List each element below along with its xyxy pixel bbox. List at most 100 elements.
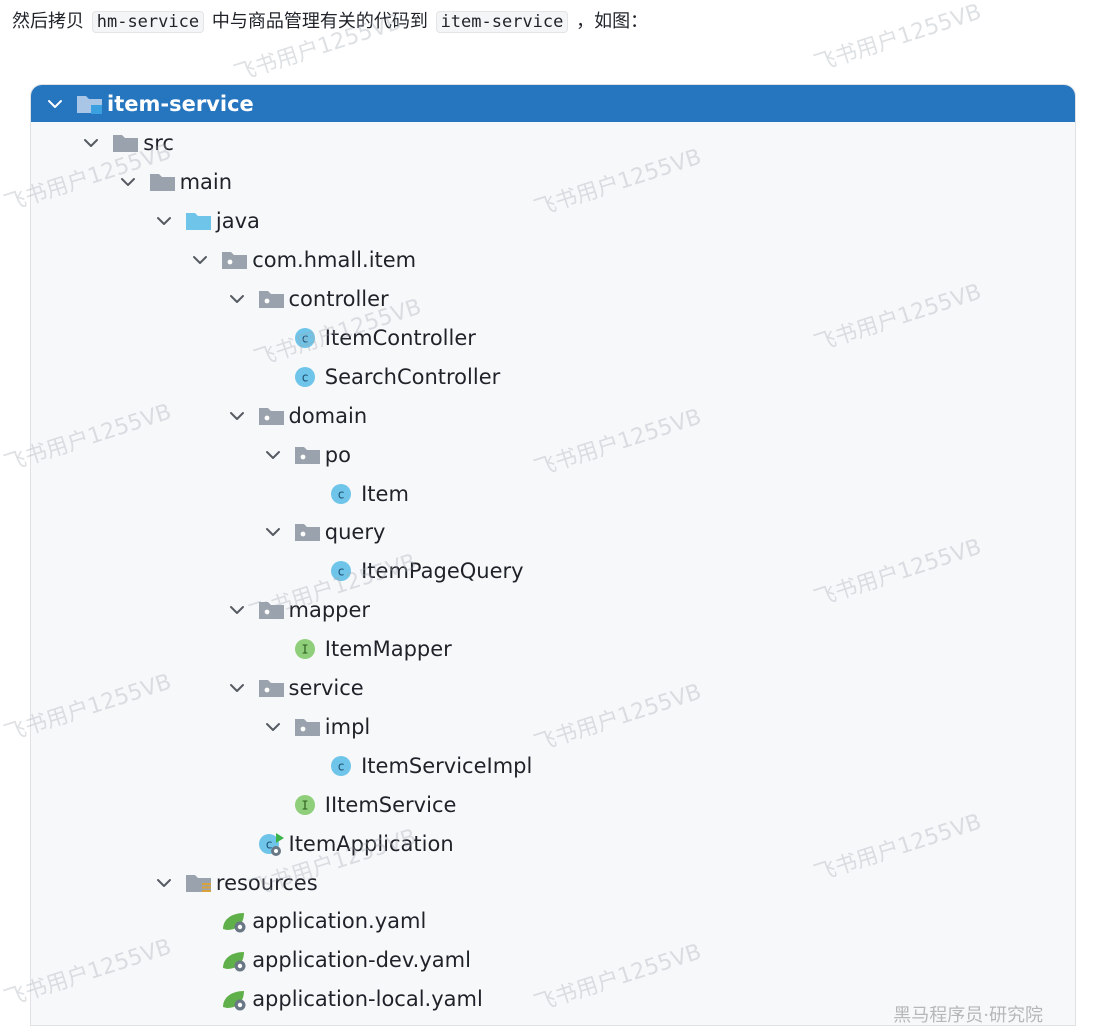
spring-yaml-icon	[220, 948, 250, 972]
interface-icon: I	[293, 637, 323, 661]
class-icon: c	[293, 326, 323, 350]
tree-node-label: ItemMapper	[324, 637, 452, 662]
chevron-down-icon[interactable]	[79, 131, 103, 155]
tree-node-resources[interactable]: resources	[31, 863, 1075, 902]
package-icon	[293, 443, 323, 467]
intro-before: 然后拷贝	[12, 11, 84, 32]
tree-node-label: ItemController	[324, 325, 476, 350]
tree-node-impl[interactable]: impl	[31, 707, 1075, 746]
tree-node-mapper[interactable]: mapper	[31, 591, 1075, 630]
tree-node-main[interactable]: main	[31, 163, 1075, 202]
tree-node-query[interactable]: query	[31, 513, 1075, 552]
tree-node-item[interactable]: c Item	[31, 474, 1075, 513]
package-icon	[257, 404, 287, 428]
tree-node-label: ItemApplication	[288, 831, 454, 856]
chevron-down-icon[interactable]	[225, 676, 249, 700]
tree-node-label: item-service	[107, 91, 254, 116]
tree-node-po[interactable]: po	[31, 435, 1075, 474]
interface-icon: I	[293, 793, 323, 817]
tree-node-com-hmall-item[interactable]: com.hmall.item	[31, 241, 1075, 280]
chevron-down-icon[interactable]	[225, 287, 249, 311]
chevron-down-icon[interactable]	[152, 209, 176, 233]
spring-yaml-icon	[220, 909, 250, 933]
chevron-down-icon[interactable]	[43, 92, 67, 116]
tree-node-label: com.hmall.item	[252, 248, 417, 273]
tree-node-label: IItemService	[324, 792, 457, 817]
tree-node-searchcontroller[interactable]: c SearchController	[31, 357, 1075, 396]
package-icon	[257, 287, 287, 311]
intro-text: 然后拷贝 hm-service 中与商品管理有关的代码到 item-servic…	[12, 7, 648, 37]
class-icon: c	[329, 754, 359, 778]
tree-node-label: controller	[288, 287, 389, 311]
tree-node-controller[interactable]: controller	[31, 280, 1075, 319]
tree-node-itempagequery[interactable]: c ItemPageQuery	[31, 552, 1075, 591]
intro-code-target: item-service	[435, 11, 569, 33]
svg-text:c: c	[337, 487, 344, 501]
tree-node-service[interactable]: service	[31, 669, 1075, 708]
tree-node-label: application-dev.yaml	[252, 948, 471, 973]
svg-text:c: c	[337, 759, 344, 773]
tree-node-itemmapper[interactable]: I ItemMapper	[31, 630, 1075, 669]
spring-boot-class-icon: c	[257, 832, 287, 856]
tree-node-label: SearchController	[324, 364, 501, 389]
tree-node-itemapplication[interactable]: c ItemApplication	[31, 824, 1075, 863]
tree-node-application-yaml[interactable]: application.yaml	[31, 902, 1075, 941]
intro-after: ，如图：	[576, 11, 649, 32]
svg-text:c: c	[301, 331, 308, 345]
svg-text:I: I	[301, 798, 308, 812]
tree-node-iitemservice[interactable]: I IItemService	[31, 785, 1075, 824]
chevron-down-icon[interactable]	[152, 871, 176, 895]
chevron-down-icon[interactable]	[225, 598, 249, 622]
folder-icon	[111, 131, 141, 155]
chevron-down-icon[interactable]	[188, 248, 212, 272]
package-icon	[257, 676, 287, 700]
spring-yaml-icon	[220, 987, 250, 1011]
source-folder-icon	[184, 209, 214, 233]
chevron-down-icon[interactable]	[116, 170, 140, 194]
package-icon	[220, 248, 250, 272]
tree-node-label: impl	[324, 714, 371, 739]
chevron-down-icon[interactable]	[261, 715, 285, 739]
intro-middle: 中与商品管理有关的代码到	[211, 11, 428, 32]
tree-node-label: domain	[288, 403, 368, 428]
svg-text:c: c	[301, 370, 308, 384]
tree-node-application-dev-yaml[interactable]: application-dev.yaml	[31, 941, 1075, 980]
tree-node-src[interactable]: src	[31, 124, 1075, 163]
svg-text:I: I	[301, 643, 308, 657]
tree-node-domain[interactable]: domain	[31, 396, 1075, 435]
chevron-down-icon[interactable]	[225, 404, 249, 428]
tree-node-label: Item	[361, 481, 409, 506]
tree-node-java[interactable]: java	[31, 202, 1075, 241]
chevron-down-icon[interactable]	[261, 520, 285, 544]
tree-node-label: mapper	[288, 598, 371, 623]
tree-node-label: src	[143, 131, 174, 156]
resources-folder-icon	[184, 871, 214, 895]
tree-node-label: service	[288, 676, 364, 700]
folder-icon	[148, 170, 178, 194]
tree-node-itemserviceimpl[interactable]: c ItemServiceImpl	[31, 746, 1075, 785]
intro-code-source: hm-service	[91, 11, 205, 33]
tree-node-itemcontroller[interactable]: c ItemController	[31, 318, 1075, 357]
package-icon	[257, 598, 287, 622]
class-icon: c	[329, 559, 359, 583]
svg-text:c: c	[337, 565, 344, 579]
tree-node-application-local-yaml[interactable]: application-local.yaml	[31, 980, 1075, 1019]
class-icon: c	[329, 482, 359, 506]
tree-node-label: query	[324, 520, 386, 545]
package-icon	[293, 520, 323, 544]
tree-node-label: ItemServiceImpl	[361, 753, 533, 778]
tree-node-item-service[interactable]: item-service	[31, 85, 1075, 122]
package-icon	[293, 715, 323, 739]
chevron-down-icon[interactable]	[261, 443, 285, 467]
watermark-text: 飞书用户1255VB	[811, 0, 985, 78]
tree-node-label: java	[215, 209, 260, 234]
